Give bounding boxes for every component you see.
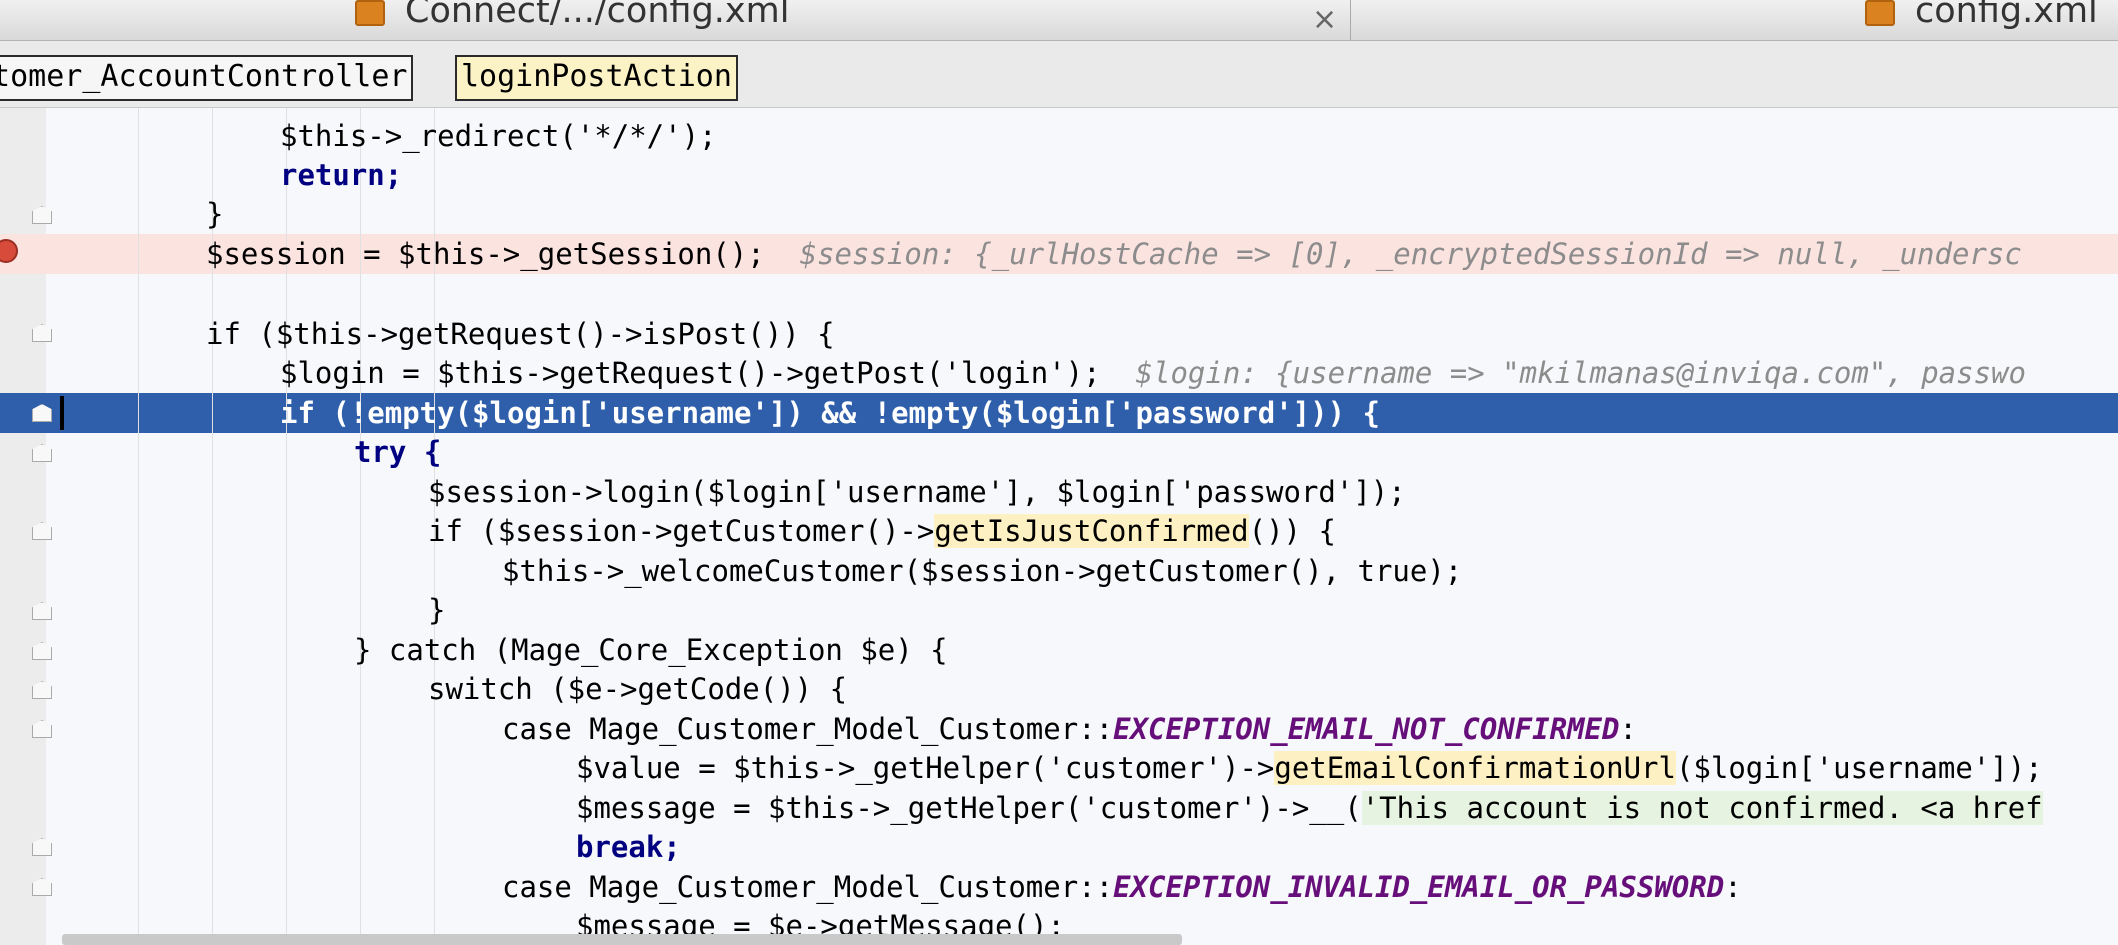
code-text: $session->login($login['username'], $log… (428, 475, 1406, 509)
code-line: } (206, 194, 223, 234)
code-text: $this->_redirect('*/*/'); (280, 119, 717, 153)
code-line: $this->_redirect('*/*/'); (280, 116, 717, 156)
code-text: } (428, 593, 446, 627)
code-line: } catch (Mage_Core_Exception $e) { (354, 630, 948, 670)
code-line: $this->_welcomeCustomer($session->getCus… (502, 551, 1462, 591)
code-text: } (206, 197, 224, 231)
breadcrumb-method[interactable]: loginPostAction (455, 55, 738, 101)
xml-file-icon (1865, 0, 1895, 26)
breakpoint-code-line: $session = $this->_getSession(); $sessio… (206, 234, 2022, 274)
code-text: if (!empty($login['username']) && !empty… (280, 396, 1380, 430)
code-text: break; (576, 830, 681, 864)
code-line: $session->login($login['username'], $log… (428, 472, 1406, 512)
code-text: ()) { (1248, 514, 1336, 548)
code-line: if ($this->getRequest()->isPost()) { (206, 314, 835, 354)
tab-connect-config[interactable]: Connect/.../config.xml × (0, 0, 1351, 40)
code-text: return; (280, 158, 403, 192)
tab-label: config.xml (1915, 0, 2098, 31)
breadcrumb: stomer_AccountController loginPostAction (0, 41, 2118, 108)
code-area[interactable]: $this->_redirect('*/*/'); return; } $ses… (60, 108, 2118, 945)
current-execution-line: if (!empty($login['username']) && !empty… (280, 393, 1380, 433)
tab-config[interactable]: config.xml (1352, 0, 2118, 40)
breadcrumb-class[interactable]: stomer_AccountController (0, 55, 414, 101)
horizontal-scrollbar[interactable] (62, 934, 1182, 945)
code-text: EXCEPTION_EMAIL_NOT_CONFIRMED (1113, 712, 1620, 746)
code-line: break; (576, 827, 681, 867)
code-text: 'This account is not confirmed. <a href (1361, 791, 2043, 825)
code-text: case Mage_Customer_Model_Customer:: (502, 712, 1114, 746)
tab-label: Connect/.../config.xml (405, 0, 790, 31)
code-text: } catch (Mage_Core_Exception $e) { (354, 633, 948, 667)
code-text: $login = $this->getRequest()->getPost('l… (280, 356, 1101, 390)
code-text: : (1619, 712, 1637, 746)
code-text: $message = $this->_getHelper('customer')… (576, 791, 1362, 825)
code-line: $login = $this->getRequest()->getPost('l… (280, 353, 2026, 393)
editor-tab-bar: Connect/.../config.xml × config.xml (0, 0, 2118, 41)
code-text: $value = $this->_getHelper('customer')-> (576, 751, 1275, 785)
code-text: switch ($e->getCode()) { (428, 672, 848, 706)
code-line: case Mage_Customer_Model_Customer::EXCEP… (502, 867, 1742, 907)
code-line: case Mage_Customer_Model_Customer::EXCEP… (502, 709, 1637, 749)
inline-debug-value: $login: {username => "mkilmanas@inviqa.c… (1135, 356, 2026, 390)
code-line: $value = $this->_getHelper('customer')->… (576, 748, 2043, 788)
code-text: getEmailConfirmationUrl (1274, 751, 1676, 785)
code-line: } (428, 590, 445, 630)
code-text: if ($this->getRequest()->isPost()) { (206, 317, 835, 351)
code-text: case Mage_Customer_Model_Customer:: (502, 870, 1114, 904)
code-text: ($login['username']); (1675, 751, 2043, 785)
code-text: $this->_welcomeCustomer($session->getCus… (502, 554, 1463, 588)
code-text: $session = $this->_getSession(); (206, 237, 765, 271)
close-tab-icon[interactable]: × (1312, 2, 1337, 37)
code-editor[interactable]: $this->_redirect('*/*/'); return; } $ses… (0, 108, 2118, 945)
code-text: getIsJustConfirmed (934, 514, 1249, 548)
code-line: switch ($e->getCode()) { (428, 669, 847, 709)
code-line: try { (354, 432, 441, 472)
code-line: return; (280, 155, 402, 195)
code-text: try { (354, 435, 442, 469)
code-text: : (1724, 870, 1742, 904)
code-text: if ($session->getCustomer()-> (428, 514, 935, 548)
code-text: EXCEPTION_INVALID_EMAIL_OR_PASSWORD (1113, 870, 1725, 904)
indent-guide (138, 108, 139, 945)
code-line: $message = $this->_getHelper('customer')… (576, 788, 2043, 828)
code-line: if ($session->getCustomer()->getIsJustCo… (428, 511, 1336, 551)
inline-debug-value: $session: {_urlHostCache => [0], _encryp… (799, 237, 2022, 271)
xml-file-icon (355, 0, 385, 26)
